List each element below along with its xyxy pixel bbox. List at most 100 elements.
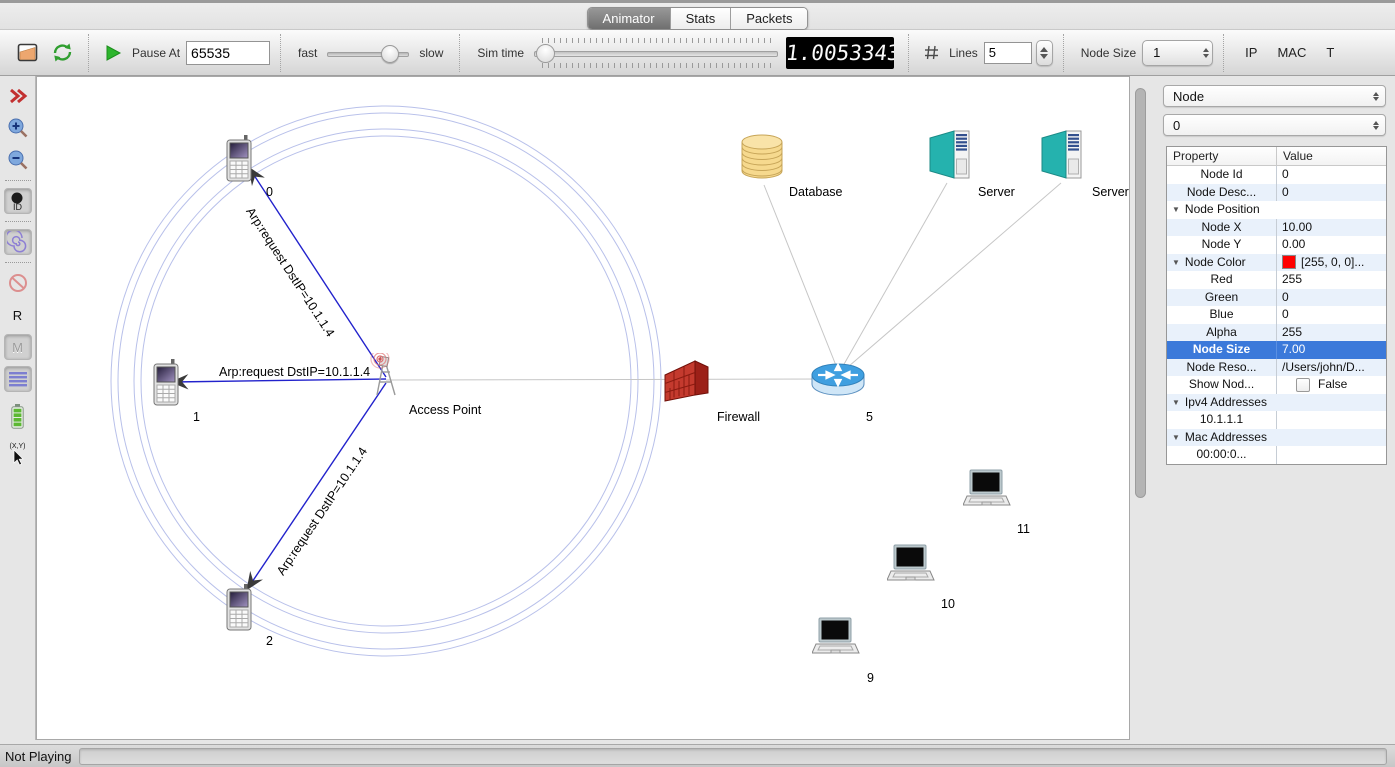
table-row[interactable]: ▼Ipv4 Addresses: [1167, 394, 1386, 412]
node-server-1[interactable]: [927, 129, 971, 184]
node-firewall[interactable]: [661, 357, 713, 408]
property-group-cell: ▼Mac Addresses: [1167, 429, 1386, 447]
capture-screenshot-button[interactable]: [16, 42, 39, 63]
node-pda-1[interactable]: [152, 359, 180, 409]
property-cell: Alpha: [1167, 324, 1277, 342]
sim-time-slider-thumb[interactable]: [536, 44, 555, 63]
pause-at-input[interactable]: [186, 41, 270, 65]
node-label: 1: [193, 410, 200, 424]
battery-stats-button[interactable]: [4, 403, 32, 429]
table-row[interactable]: Green0: [1167, 289, 1386, 307]
speed-slider-thumb[interactable]: [381, 45, 399, 63]
server-icon: [1039, 129, 1083, 181]
grid-toggle-button[interactable]: [924, 45, 939, 60]
tab-animator[interactable]: Animator: [588, 8, 671, 29]
node-router-5[interactable]: [809, 361, 867, 402]
entity-type-dropdown[interactable]: Node: [1163, 85, 1386, 107]
table-row[interactable]: Blue0: [1167, 306, 1386, 324]
tab-strip: Animator Stats Packets: [0, 0, 1395, 30]
speed-slider[interactable]: [327, 44, 409, 62]
node-laptop-9[interactable]: [812, 617, 860, 660]
server-icon: [927, 129, 971, 181]
dropdown-arrows-icon: [1373, 91, 1379, 101]
node-laptop-11[interactable]: [963, 469, 1011, 512]
property-cell: Red: [1167, 271, 1277, 289]
block-packets-button[interactable]: [4, 270, 32, 296]
table-row[interactable]: ▼Node Color[255, 0, 0]...: [1167, 254, 1386, 272]
animation-canvas[interactable]: Arp:request DstIP=10.1.1.4 Arp:request D…: [36, 76, 1130, 740]
table-row[interactable]: ▼Node Position: [1167, 201, 1386, 219]
show-node-trajectory-checkbox[interactable]: [1296, 378, 1310, 392]
table-row[interactable]: ▼Mac Addresses: [1167, 429, 1386, 447]
wireless-circles-button[interactable]: [4, 229, 32, 255]
color-swatch: [1282, 255, 1296, 269]
table-row[interactable]: Node Size7.00: [1167, 341, 1386, 359]
lines-input[interactable]: [984, 42, 1032, 64]
node-size-combo[interactable]: 1: [1142, 40, 1213, 66]
play-button[interactable]: [104, 44, 122, 62]
packet-lines-button[interactable]: [4, 366, 32, 392]
show-position-button[interactable]: (X,Y): [4, 438, 32, 470]
toolbar-separator: [908, 34, 910, 72]
sim-time-ticks: [542, 38, 774, 43]
lines-stepper[interactable]: [1036, 40, 1053, 66]
show-time-button[interactable]: T: [1326, 45, 1334, 60]
node-size-label: Node Size: [1081, 46, 1136, 60]
database-icon: [739, 133, 785, 181]
show-node-id-button[interactable]: ID: [4, 188, 32, 214]
metadata-button[interactable]: M: [4, 334, 32, 360]
property-cell: Node X: [1167, 219, 1277, 237]
table-row[interactable]: Red255: [1167, 271, 1386, 289]
value-cell: 255: [1277, 271, 1386, 289]
table-row[interactable]: Node X10.00: [1167, 219, 1386, 237]
tab-packets[interactable]: Packets: [731, 8, 807, 29]
sim-time-slider[interactable]: [534, 38, 778, 68]
collapse-triangle-icon[interactable]: ▼: [1172, 254, 1180, 272]
node-pda-0[interactable]: [225, 135, 253, 185]
node-select-dropdown[interactable]: 0: [1163, 114, 1386, 136]
value-cell: 0: [1277, 166, 1386, 184]
zoom-out-button[interactable]: [4, 147, 32, 173]
toolbar-separator: [280, 34, 282, 72]
table-row[interactable]: 00:00:0...: [1167, 446, 1386, 464]
table-row[interactable]: Node Desc...0: [1167, 184, 1386, 202]
router-icon: [809, 361, 867, 399]
canvas-scrollbar[interactable]: [1135, 88, 1146, 498]
access-point-icon: [366, 353, 402, 397]
table-row[interactable]: Node Id0: [1167, 166, 1386, 184]
laptop-icon: [812, 617, 860, 657]
pda-icon: [152, 359, 180, 406]
expand-button[interactable]: [4, 83, 32, 109]
tab-stats[interactable]: Stats: [671, 8, 732, 29]
show-ip-button[interactable]: IP: [1245, 45, 1257, 60]
sim-time-value: 1.0053343: [786, 37, 894, 69]
step-up-icon: [1203, 48, 1209, 52]
routing-label: R: [13, 308, 22, 323]
collapse-triangle-icon[interactable]: ▼: [1172, 201, 1180, 219]
node-pda-2[interactable]: [225, 584, 253, 634]
table-row[interactable]: Alpha255: [1167, 324, 1386, 342]
column-header-value[interactable]: Value: [1277, 147, 1319, 165]
node-label: Server: [978, 185, 1015, 199]
table-row[interactable]: Node Y0.00: [1167, 236, 1386, 254]
sim-time-ticks: [542, 63, 774, 68]
pause-at-label: Pause At: [132, 46, 180, 60]
property-group-cell: ▼Ipv4 Addresses: [1167, 394, 1386, 412]
node-database[interactable]: [739, 133, 785, 184]
table-row[interactable]: Show Nod...False: [1167, 376, 1386, 394]
reset-simulation-button[interactable]: [51, 42, 74, 63]
sim-time-slider-track: [534, 51, 778, 57]
routing-button[interactable]: R: [4, 302, 32, 328]
show-mac-button[interactable]: MAC: [1277, 45, 1306, 60]
double-chevron-icon: [8, 88, 28, 104]
collapse-triangle-icon[interactable]: ▼: [1172, 429, 1180, 447]
node-access-point[interactable]: [366, 353, 402, 400]
zoom-in-button[interactable]: [4, 115, 32, 141]
node-label: 10: [941, 597, 955, 611]
table-row[interactable]: Node Reso.../Users/john/D...: [1167, 359, 1386, 377]
table-row[interactable]: 10.1.1.1: [1167, 411, 1386, 429]
collapse-triangle-icon[interactable]: ▼: [1172, 394, 1180, 412]
node-laptop-10[interactable]: [887, 544, 935, 587]
column-header-property[interactable]: Property: [1167, 147, 1277, 165]
node-server-2[interactable]: [1039, 129, 1083, 184]
